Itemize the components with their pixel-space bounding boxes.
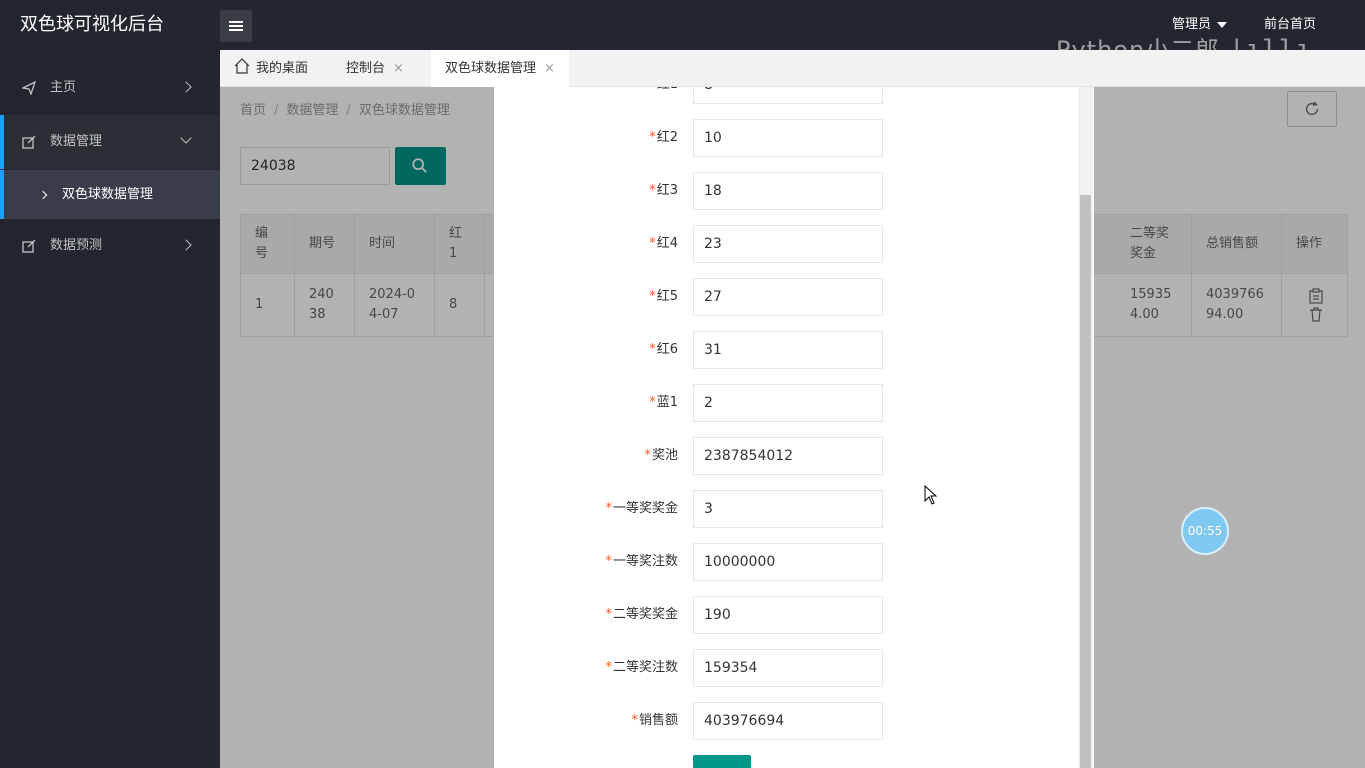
form-row-first-prize: *一等奖奖金 3 (494, 490, 1094, 528)
app-logo-title: 双色球可视化后台 (20, 14, 164, 35)
form-row-red3: *红3 18 (494, 172, 1094, 210)
menu-toggle-button[interactable] (220, 10, 252, 42)
jackpot-input[interactable]: 2387854012 (693, 437, 883, 475)
sidebar-subitem-lottery-data[interactable]: 双色球数据管理 (0, 170, 220, 219)
tab-lottery-data[interactable]: 双色球数据管理 × (431, 50, 569, 87)
modal-scrollbar-thumb[interactable] (1080, 195, 1091, 768)
field-label: 一等奖注数 (612, 554, 678, 569)
form-row-first-count: *一等奖注数 10000000 (494, 543, 1094, 581)
send-icon (22, 80, 36, 95)
red2-input[interactable]: 10 (693, 119, 883, 157)
form-row-red2: *红2 10 (494, 119, 1094, 157)
red1-input[interactable]: 8 (693, 87, 883, 104)
tab-bar: 我的桌面 控制台 × 双色球数据管理 × (220, 50, 1365, 87)
form-row-sales: *销售额 403976694 (494, 702, 1094, 740)
chevron-right-icon (180, 81, 192, 93)
sidebar: 主页 数据管理 双色球数据管理 数据预测 (0, 50, 220, 768)
second-prize-count-input[interactable]: 159354 (693, 649, 883, 687)
red4-input[interactable]: 23 (693, 225, 883, 263)
edit-modal: *红1 8 *红2 10 *红3 18 *红4 23 *红5 27 *红6 31… (494, 87, 1094, 768)
field-label: 红2 (656, 130, 678, 145)
red5-input[interactable]: 27 (693, 278, 883, 316)
form-row-red4: *红4 23 (494, 225, 1094, 263)
edit-icon (22, 135, 36, 149)
chevron-right-icon (38, 190, 48, 199)
field-label: 红6 (656, 342, 678, 357)
chevron-right-icon (180, 239, 192, 251)
form-row-red5: *红5 27 (494, 278, 1094, 316)
field-label: 红3 (656, 183, 678, 198)
sales-input[interactable]: 403976694 (693, 702, 883, 740)
sidebar-item-home[interactable]: 主页 (0, 61, 220, 115)
menu-icon (229, 21, 243, 23)
close-icon[interactable]: × (393, 61, 404, 76)
field-label: 二等奖注数 (612, 660, 678, 675)
sidebar-subitem-label: 双色球数据管理 (62, 187, 154, 202)
first-prize-count-input[interactable]: 10000000 (693, 543, 883, 581)
sidebar-item-data-management[interactable]: 数据管理 (0, 115, 220, 169)
timer-badge: 00:55 (1181, 507, 1229, 555)
field-label: 销售额 (638, 713, 678, 728)
form-row-second-count: *二等奖注数 159354 (494, 649, 1094, 687)
sidebar-item-label: 数据管理 (50, 134, 103, 149)
form-row-blue1: *蓝1 2 (494, 384, 1094, 422)
top-header: 双色球可视化后台 管理员 前台首页 Python小二郎 |ıllı (0, 0, 1365, 65)
mouse-cursor-icon (924, 485, 938, 505)
form-row-second-prize: *二等奖奖金 190 (494, 596, 1094, 634)
edit-icon (22, 239, 36, 253)
sidebar-item-prediction[interactable]: 数据预测 (0, 219, 220, 273)
second-prize-amount-input[interactable]: 190 (693, 596, 883, 634)
chevron-down-icon (180, 132, 192, 144)
sidebar-item-label: 主页 (50, 80, 77, 95)
field-label: 一等奖奖金 (612, 501, 678, 516)
red6-input[interactable]: 31 (693, 331, 883, 369)
form-row-red6: *红6 31 (494, 331, 1094, 369)
blue1-input[interactable]: 2 (693, 384, 883, 422)
close-icon[interactable]: × (544, 61, 555, 76)
form-row-jackpot: *奖池 2387854012 (494, 437, 1094, 475)
red3-input[interactable]: 18 (693, 172, 883, 210)
submit-button[interactable] (693, 755, 751, 768)
field-label: 红5 (656, 289, 678, 304)
field-label: 二等奖奖金 (612, 607, 678, 622)
home-icon (234, 58, 250, 74)
field-label: 蓝1 (656, 395, 678, 410)
field-label: 红1 (657, 87, 678, 92)
sidebar-item-label: 数据预测 (50, 238, 103, 253)
first-prize-amount-input[interactable]: 3 (693, 490, 883, 528)
field-label: 红4 (656, 236, 678, 251)
tab-console[interactable]: 控制台 × (332, 50, 418, 87)
form-row-red1: *红1 8 (494, 87, 1094, 104)
tab-desktop[interactable]: 我的桌面 (220, 50, 322, 87)
caret-down-icon (1217, 21, 1228, 28)
field-label: 奖池 (651, 448, 678, 463)
